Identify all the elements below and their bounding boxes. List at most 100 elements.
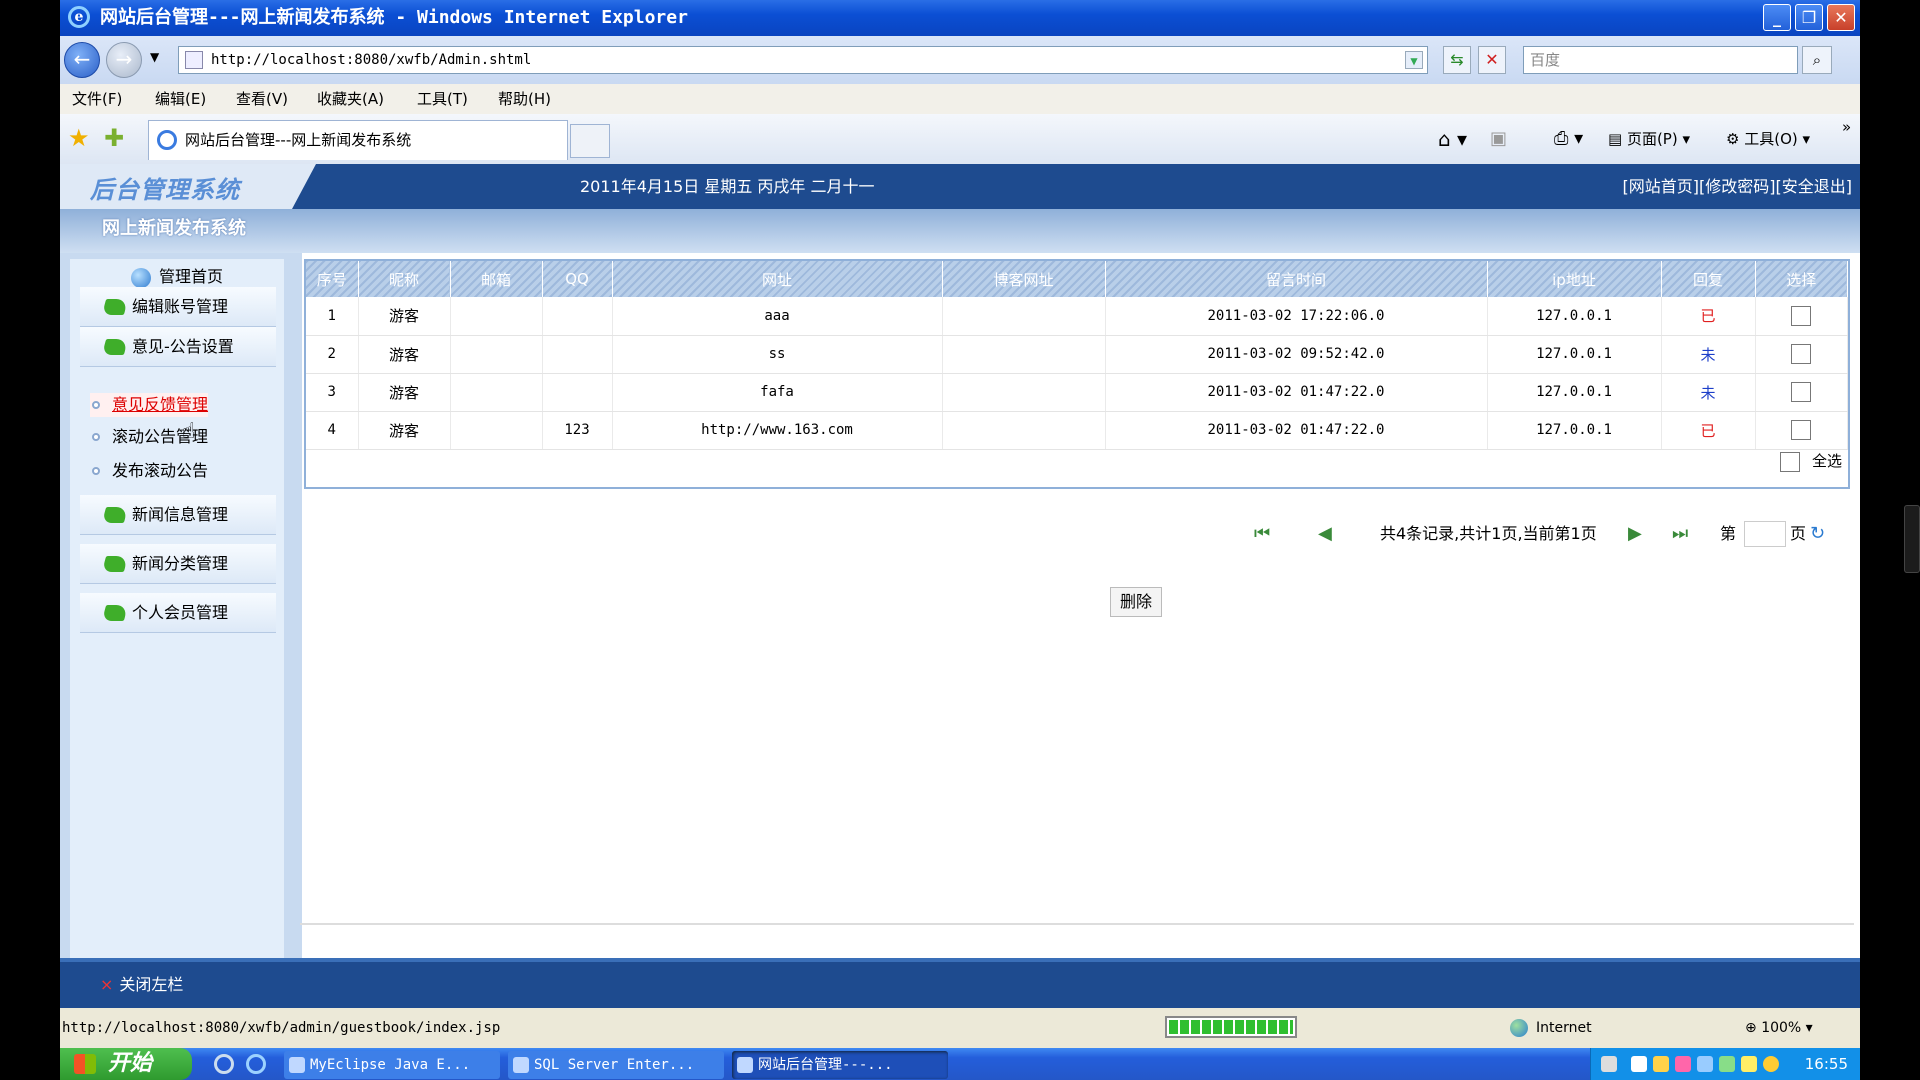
system-tray: 16:55 [1590,1048,1860,1080]
cell-reply[interactable]: 已 [1661,297,1756,336]
taskbar: 开始 MyEclipse Java E... SQL Server Enter.… [60,1048,1860,1080]
cell-email [450,335,543,374]
search-input[interactable]: 百度 [1523,46,1798,74]
edge-scroll-handle[interactable] [1904,505,1920,573]
window-titlebar: e 网站后台管理---网上新闻发布系统 - Windows Internet E… [60,0,1860,36]
tab-row: ★ ✚ 网站后台管理---网上新闻发布系统 ⌂ ▾ ▣ ⎙ ▾ ▤ 页面(P) … [60,114,1860,164]
refresh-icon[interactable]: ⇆ [1443,46,1471,74]
menu-edit[interactable]: 编辑(E) [155,84,206,114]
cell-select [1755,297,1848,336]
address-bar[interactable]: http://localhost:8080/xwfb/Admin.shtml ▼ [178,46,1428,74]
zone-label: Internet [1536,1020,1592,1036]
cell-select [1755,411,1848,450]
globe-icon [130,267,151,288]
row-checkbox[interactable] [1791,305,1812,326]
leaf-icon [101,507,129,523]
delete-button[interactable]: 删除 [1110,587,1162,617]
cell-reply[interactable]: 已 [1661,411,1756,450]
security-zone[interactable]: Internet [1510,1008,1592,1048]
restore-button[interactable]: ❐ [1795,4,1823,31]
cell-reply[interactable]: 未 [1661,373,1756,412]
select-all-checkbox[interactable] [1779,451,1800,472]
menu-file[interactable]: 文件(F) [72,84,122,114]
sidebar-sublink-publish-notice[interactable]: 发布滚动公告 [90,459,208,483]
tray-app-icon[interactable] [1653,1056,1669,1072]
print-icon[interactable]: ⎙ ▾ [1554,126,1583,152]
guestbook-table-wrap: 序号 昵称 邮箱 QQ 网址 博客网址 留言时间 ip地址 回复 选择 1 游客… [304,259,1850,489]
chevron-more-icon[interactable]: » [1842,114,1851,140]
back-button[interactable]: ← [64,42,100,78]
tray-app-icon[interactable] [1697,1056,1713,1072]
search-icon[interactable]: ⌕ [1802,46,1832,74]
add-favorite-icon[interactable]: ✚ [104,124,124,152]
keyboard-icon[interactable] [1601,1056,1617,1072]
start-button[interactable]: 开始 [60,1048,192,1080]
close-window-button[interactable]: ✕ [1827,4,1855,31]
cell-ip: 127.0.0.1 [1487,411,1662,450]
page-number-input[interactable] [1744,521,1786,547]
cell-reply[interactable]: 未 [1661,335,1756,374]
go-page-icon[interactable]: ↻ [1810,519,1825,549]
sidebar-item-news[interactable]: 新闻信息管理 [80,495,276,535]
address-dropdown-icon[interactable]: ▼ [1405,51,1423,69]
col-header: 昵称 [358,261,451,297]
select-all[interactable]: 全选 [1779,449,1842,473]
tray-app-icon[interactable] [1719,1056,1735,1072]
tray-app-icon[interactable] [1675,1056,1691,1072]
row-checkbox[interactable] [1791,344,1812,364]
cell-qq [542,373,613,412]
task-ie[interactable]: 网站后台管理---... [732,1051,948,1079]
tray-app-icon[interactable] [1741,1056,1757,1072]
quicklaunch-ie-icon[interactable] [214,1054,234,1074]
screen: e 网站后台管理---网上新闻发布系统 - Windows Internet E… [60,0,1860,1080]
task-label: MyEclipse Java E... [310,1057,471,1073]
minimize-button[interactable]: _ [1763,4,1791,31]
task-myeclipse[interactable]: MyEclipse Java E... [284,1051,500,1079]
first-page-icon[interactable]: ⏮ [1254,519,1270,549]
sidebar-sublink-feedback[interactable]: 意见反馈管理 [90,393,209,417]
new-tab-button[interactable] [570,124,610,158]
sidebar-item-feedback-settings[interactable]: 意见-公告设置 [80,327,276,367]
col-header: 留言时间 [1105,261,1488,297]
favorites-star-icon[interactable]: ★ [68,124,90,152]
forward-button[interactable]: → [106,42,142,78]
col-header: QQ [542,261,613,297]
menu-tools[interactable]: 工具(T) [417,84,468,114]
history-dropdown-icon[interactable]: ▼ [150,50,159,64]
last-page-icon[interactable]: ⏭ [1672,519,1688,549]
windows-flag-icon [74,1054,96,1074]
leaf-icon [101,339,129,355]
home-icon[interactable]: ⌂ ▾ [1438,126,1467,152]
sidebar-item-accounts[interactable]: 编辑账号管理 [80,287,276,327]
sidebar-item-news-category[interactable]: 新闻分类管理 [80,544,276,584]
tab-current[interactable]: 网站后台管理---网上新闻发布系统 [148,120,568,160]
menu-favorites[interactable]: 收藏夹(A) [317,84,384,114]
next-page-icon[interactable]: ▶ [1628,519,1642,549]
menu-help[interactable]: 帮助(H) [498,84,551,114]
tools-menu[interactable]: ⚙ 工具(O) ▾ [1726,126,1810,152]
row-checkbox[interactable] [1791,420,1812,440]
clock[interactable]: 16:55 [1805,1048,1848,1080]
col-header: 序号 [306,261,359,297]
cell-ip: 127.0.0.1 [1487,335,1662,374]
menu-view[interactable]: 查看(V) [236,84,288,114]
header-links[interactable]: [网站首页][修改密码][安全退出] [1623,164,1852,209]
sidebar-home[interactable]: 管理首页 [70,259,284,289]
page-menu[interactable]: ▤ 页面(P) ▾ [1608,126,1690,152]
tray-app-icon[interactable] [1763,1056,1779,1072]
col-header: 网址 [612,261,943,297]
cell-url: aaa [612,297,943,336]
mouse-cursor-icon: ☝ [182,419,196,444]
stop-icon[interactable]: ✕ [1478,46,1506,74]
row-checkbox[interactable] [1791,382,1812,402]
prev-page-icon[interactable]: ◀ [1318,519,1332,549]
task-sqlserver[interactable]: SQL Server Enter... [508,1051,724,1079]
feeds-icon[interactable]: ▣ [1490,126,1507,152]
tray-chevron-icon[interactable] [1631,1056,1647,1072]
cell-url[interactable]: http://www.163.com [612,411,943,450]
sidebar-home-label: 管理首页 [158,267,223,286]
zoom-control[interactable]: ⊕ 100% ▾ [1745,1008,1813,1048]
quicklaunch-browser-icon[interactable] [246,1054,266,1074]
close-left-panel[interactable]: × 关闭左栏 [100,962,183,1008]
sidebar-item-members[interactable]: 个人会员管理 [80,593,276,633]
